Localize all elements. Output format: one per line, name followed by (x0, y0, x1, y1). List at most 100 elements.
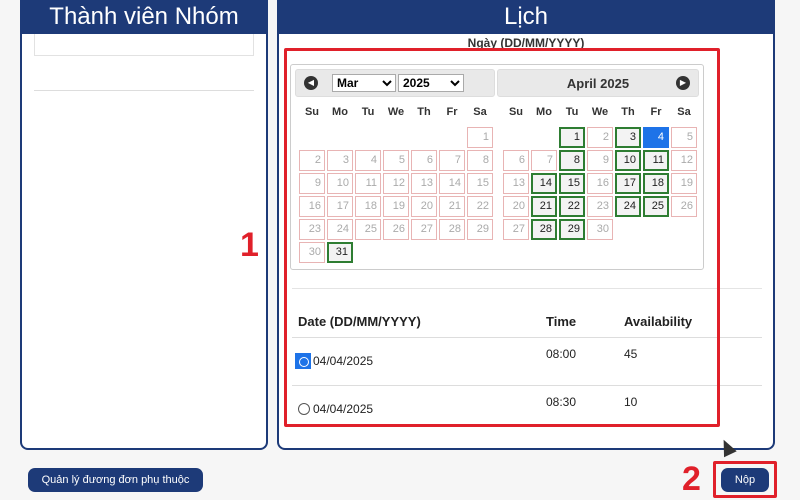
weekday-label: Tu (361, 106, 375, 118)
march-day-17: 17 (327, 196, 353, 217)
april-day-21[interactable]: 21 (531, 196, 557, 217)
april-day-28[interactable]: 28 (531, 219, 557, 240)
march-day-5: 5 (383, 150, 409, 171)
april-day-25[interactable]: 25 (643, 196, 669, 217)
april-month-title: April 2025 (566, 76, 630, 91)
weekday-label: We (387, 106, 405, 118)
slot-date-1: 04/04/2025 (313, 354, 374, 368)
april-day-24[interactable]: 24 (615, 196, 641, 217)
calendar-blank (327, 127, 353, 148)
april-day-10[interactable]: 10 (615, 150, 641, 171)
march-day-8: 8 (467, 150, 493, 171)
march-day-28: 28 (439, 219, 465, 240)
april-day-11[interactable]: 11 (643, 150, 669, 171)
march-day-10: 10 (327, 173, 353, 194)
march-day-3: 3 (327, 150, 353, 171)
time-column-header: Time (546, 314, 577, 329)
weekday-label: Th (621, 106, 635, 118)
march-day-13: 13 (411, 173, 437, 194)
calendar-blank (503, 127, 529, 148)
march-day-11: 11 (355, 173, 381, 194)
april-day-23: 23 (587, 196, 613, 217)
march-day-29: 29 (467, 219, 493, 240)
group-members-list (34, 34, 254, 56)
date-format-label: Ngày (DD/MM/YYYY) (467, 36, 585, 50)
availability-column-header: Availability (624, 314, 693, 329)
march-day-24: 24 (327, 219, 353, 240)
april-day-4[interactable]: 4 (643, 127, 669, 148)
calendar-blank (299, 127, 325, 148)
group-members-title: Thành viên Nhóm (22, 0, 266, 34)
april-day-18[interactable]: 18 (643, 173, 669, 194)
weekday-label: Th (417, 106, 431, 118)
slot-radio-2[interactable] (298, 403, 310, 415)
section-divider (292, 288, 762, 289)
calendar-title: Lịch (279, 0, 773, 34)
calendar-blank (439, 127, 465, 148)
march-day-19: 19 (383, 196, 409, 217)
april-day-15[interactable]: 15 (559, 173, 585, 194)
april-day-14[interactable]: 14 (531, 173, 557, 194)
april-day-12: 12 (671, 150, 697, 171)
april-day-27: 27 (503, 219, 529, 240)
march-day-9: 9 (299, 173, 325, 194)
slot-time-1: 08:00 (546, 347, 577, 361)
march-day-16: 16 (299, 196, 325, 217)
manage-dependents-button[interactable]: Quản lý đương đơn phụ thuộc (28, 468, 203, 492)
april-day-20: 20 (503, 196, 529, 217)
slot-radio-1[interactable] (295, 353, 311, 369)
april-day-9: 9 (587, 150, 613, 171)
april-day-1[interactable]: 1 (559, 127, 585, 148)
weekday-label: Mo (536, 106, 552, 118)
march-day-26: 26 (383, 219, 409, 240)
april-day-16: 16 (587, 173, 613, 194)
datepicker: ◀ Mar 2025 April 2025 ▶ Su Mo Tu We Th Fr Sa 1… (290, 64, 704, 270)
march-calendar: Su Mo Tu We Th Fr Sa 1 2 3 4 5 6 7 8 9 10 11 12 13 14 15 16 17… (299, 101, 495, 263)
april-day-8[interactable]: 8 (559, 150, 585, 171)
calendar-blank (531, 127, 557, 148)
march-day-20: 20 (411, 196, 437, 217)
year-select[interactable]: 2025 (398, 74, 464, 92)
march-day-23: 23 (299, 219, 325, 240)
march-day-25: 25 (355, 219, 381, 240)
april-day-17[interactable]: 17 (615, 173, 641, 194)
datepicker-header-right: April 2025 ▶ (497, 69, 699, 97)
calendar-blank (411, 127, 437, 148)
march-day-2: 2 (299, 150, 325, 171)
april-day-26: 26 (671, 196, 697, 217)
april-day-13: 13 (503, 173, 529, 194)
april-day-2: 2 (587, 127, 613, 148)
annotation-number-2: 2 (682, 460, 701, 498)
weekday-label: Tu (565, 106, 579, 118)
weekday-label: Su (508, 106, 524, 118)
prev-month-icon[interactable]: ◀ (304, 76, 318, 90)
april-day-3[interactable]: 3 (615, 127, 641, 148)
left-divider (34, 90, 254, 91)
april-day-22[interactable]: 22 (559, 196, 585, 217)
weekday-label: Sa (677, 106, 691, 118)
group-members-panel: Thành viên Nhóm (20, 0, 268, 450)
march-day-18: 18 (355, 196, 381, 217)
slot-date-2: 04/04/2025 (313, 402, 374, 416)
april-day-6: 6 (503, 150, 529, 171)
april-calendar: Su Mo Tu We Th Fr Sa 1 2 3 4 5 6 7 8 9 10 11 12 13 14 15 16 17… (503, 101, 699, 240)
april-day-5: 5 (671, 127, 697, 148)
march-day-14: 14 (439, 173, 465, 194)
next-month-icon[interactable]: ▶ (676, 76, 690, 90)
march-day-grid: 1 2 3 4 5 6 7 8 9 10 11 12 13 14 15 16 17 18 19 20 21 22 23 24 2… (299, 127, 495, 263)
april-day-19: 19 (671, 173, 697, 194)
march-day-30: 30 (299, 242, 325, 263)
april-day-30: 30 (587, 219, 613, 240)
calendar-blank (355, 127, 381, 148)
weekday-row: Su Mo Tu We Th Fr Sa (299, 101, 495, 123)
weekday-label: We (591, 106, 609, 118)
april-day-29[interactable]: 29 (559, 219, 585, 240)
march-day-31[interactable]: 31 (327, 242, 353, 263)
weekday-row: Su Mo Tu We Th Fr Sa (503, 101, 699, 123)
april-day-7: 7 (531, 150, 557, 171)
march-day-22: 22 (467, 196, 493, 217)
submit-button[interactable]: Nộp (721, 468, 769, 492)
march-day-15: 15 (467, 173, 493, 194)
march-day-7: 7 (439, 150, 465, 171)
month-select[interactable]: Mar (332, 74, 396, 92)
